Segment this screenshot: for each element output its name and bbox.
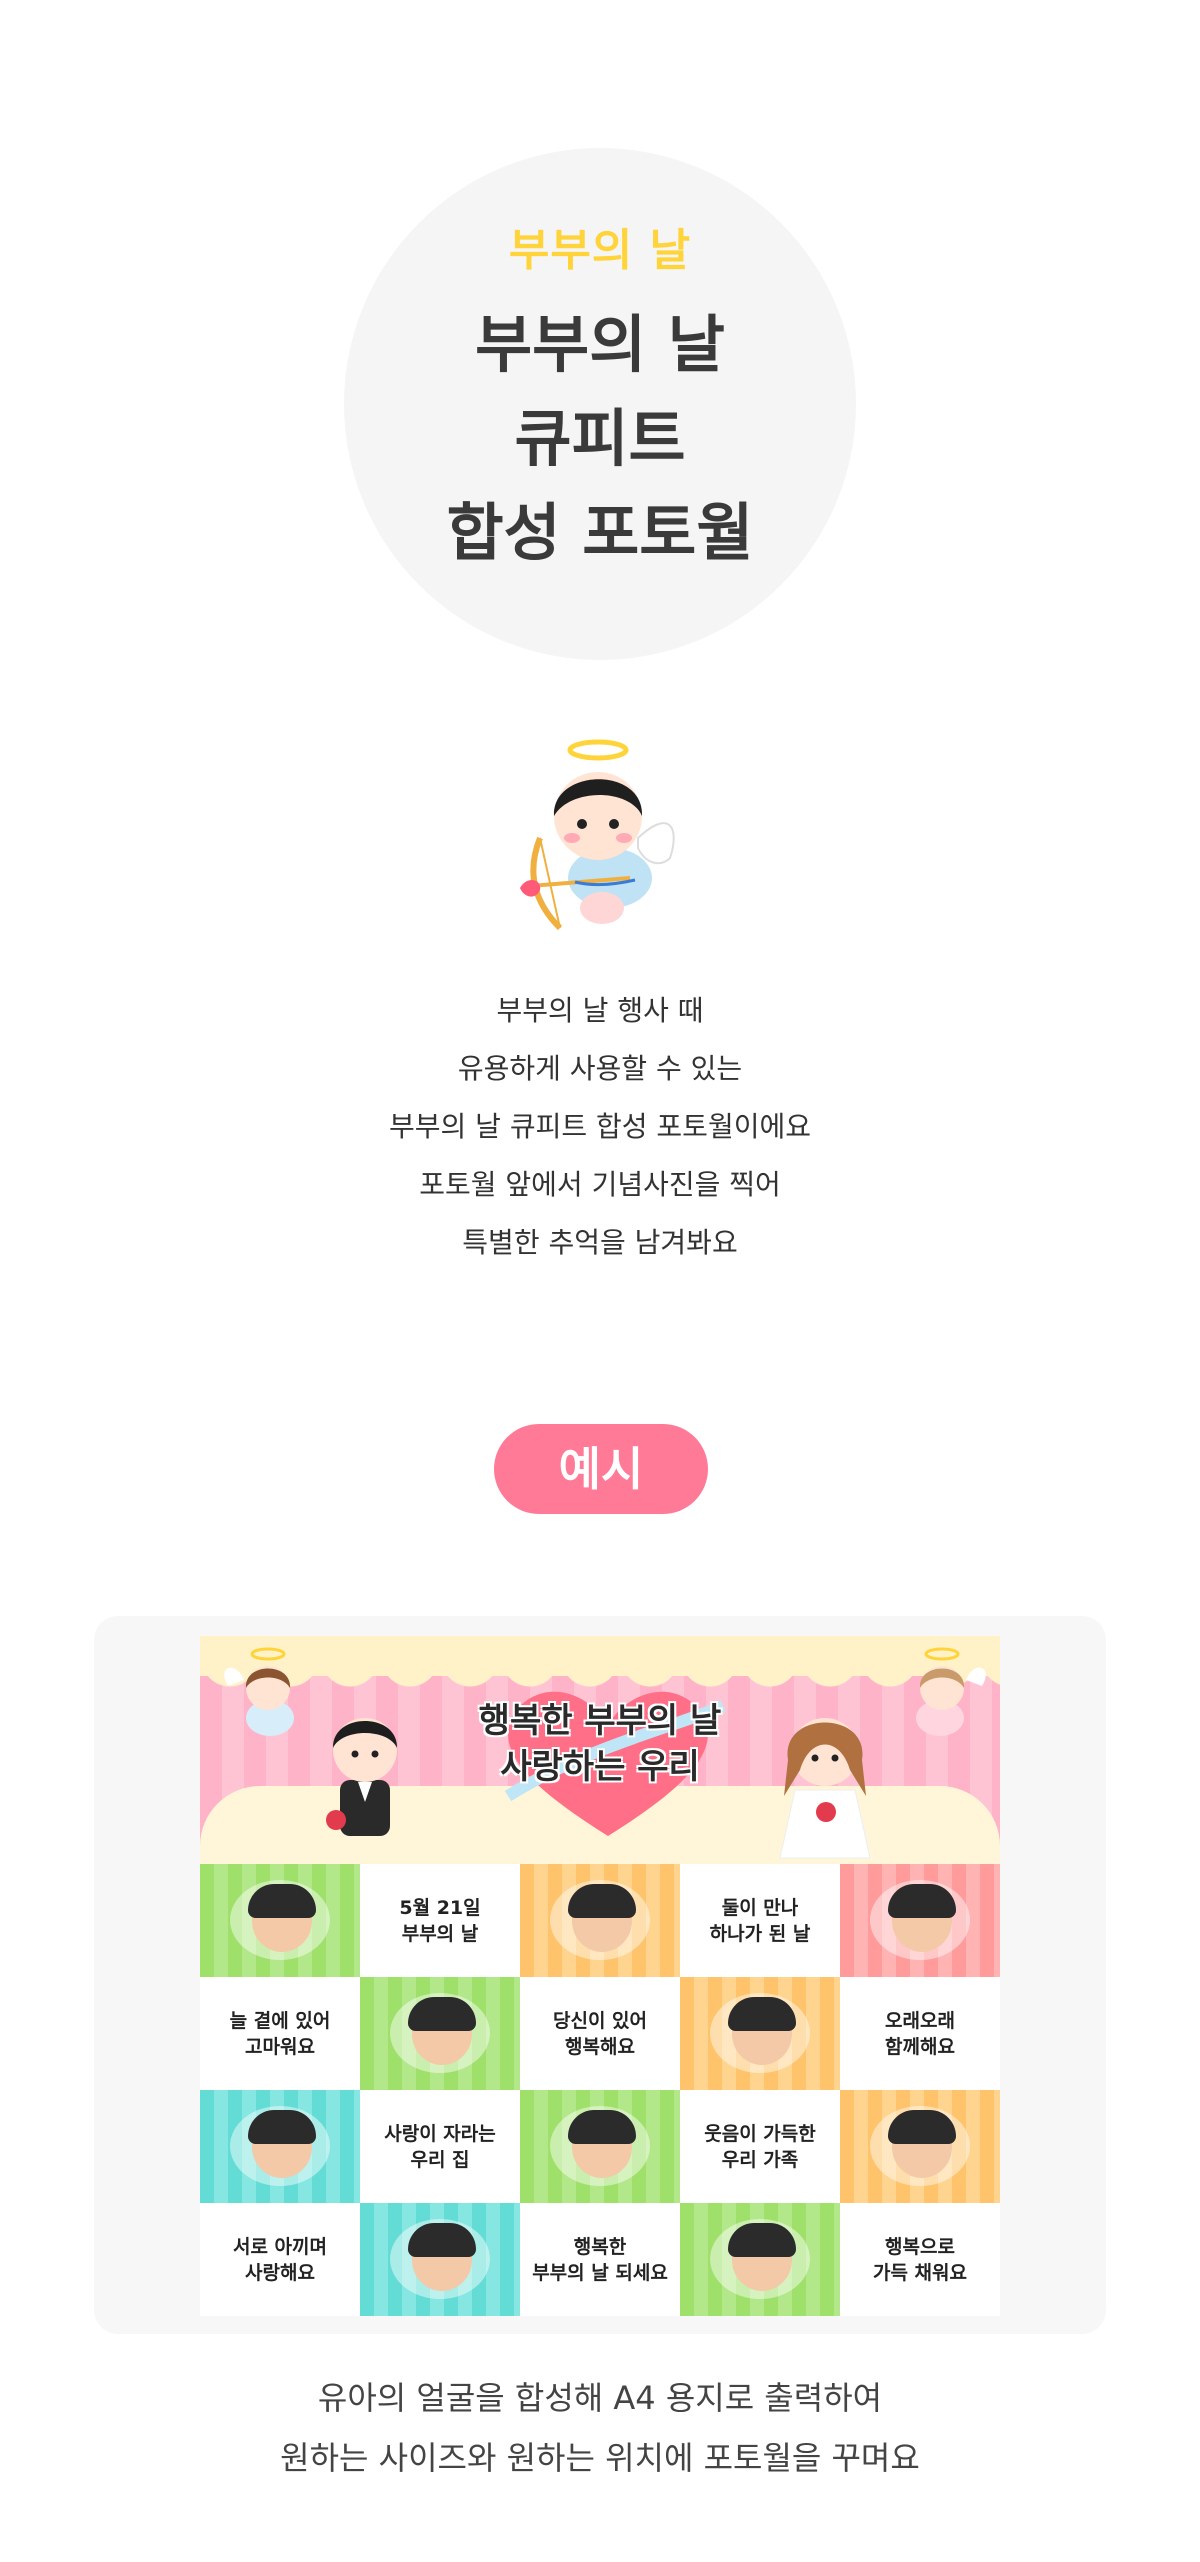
message-line: 당신이 있어 [552,2009,647,2032]
hero-title-line: 합성 포토월 [446,496,754,569]
photo-wall-poster: 행복한 부부의 날 사랑하는 우리 5월 21일 부부의 날 둘이 만나 하나가… [200,1636,1000,2316]
message-line: 우리 집 [410,2148,470,2171]
message-line: 5월 21일 [399,1896,481,1919]
photo-cell [360,1977,520,2090]
example-card: 행복한 부부의 날 사랑하는 우리 5월 21일 부부의 날 둘이 만나 하나가… [94,1616,1106,2334]
child-face-photo [888,1884,956,1952]
message-text: 오래오래함께해요 [840,2008,1000,2060]
message-line: 행복해요 [565,2035,635,2058]
poster-title-line: 사랑하는 우리 [500,1747,700,1787]
poster-title-line: 행복한 부부의 날 [478,1701,722,1741]
child-face-photo [248,1884,316,1952]
child-face-photo [888,2110,956,2178]
hero-title-line: 부부의 날 [475,308,725,381]
message-cell: 오래오래함께해요 [840,1977,1000,2090]
message-line: 웃음이 가득한 [704,2122,816,2145]
poster-scallop-border [200,1636,1000,1694]
message-text: 행복한부부의 날 되세요 [520,2234,680,2286]
message-cell: 5월 21일부부의 날 [360,1864,520,1977]
message-line: 사랑해요 [245,2261,315,2284]
message-line: 오래오래 [885,2009,955,2032]
message-cell: 웃음이 가득한우리 가족 [680,2090,840,2203]
message-line: 하나가 된 날 [709,1922,811,1945]
hero-subtitle: 부부의 날 [508,225,692,276]
message-cell: 행복으로가득 채워요 [840,2203,1000,2316]
example-badge: 예시 [494,1424,708,1514]
message-cell: 행복한부부의 날 되세요 [520,2203,680,2316]
message-line: 둘이 만나 [721,1896,799,1919]
child-face-photo [248,2110,316,2178]
cupid-illustration [520,739,675,931]
message-cell: 당신이 있어행복해요 [520,1977,680,2090]
message-cell: 서로 아끼며사랑해요 [200,2203,360,2316]
bride-character [779,1718,871,1859]
intro-line: 부부의 날 행사 때 [496,994,704,1027]
message-cell: 사랑이 자라는우리 집 [360,2090,520,2203]
message-text: 당신이 있어행복해요 [520,2008,680,2060]
intro-line: 부부의 날 큐피트 합성 포토월이에요 [388,1110,811,1143]
photo-cell [520,1864,680,1977]
photo-cell [200,1864,360,1977]
photo-cell [520,2090,680,2203]
photo-cell [360,2203,520,2316]
message-text: 5월 21일부부의 날 [360,1895,520,1947]
poster-title: 행복한 부부의 날 사랑하는 우리 [430,1698,770,1790]
message-line: 부부의 날 되세요 [532,2261,668,2284]
intro-text: 부부의 날 행사 때 유용하게 사용할 수 있는 부부의 날 큐피트 합성 포토… [0,982,1200,1272]
message-text: 사랑이 자라는우리 집 [360,2121,520,2173]
message-line: 행복한 [573,2235,627,2258]
message-cell: 늘 곁에 있어고마워요 [200,1977,360,2090]
message-text: 둘이 만나하나가 된 날 [680,1895,840,1947]
message-line: 행복으로 [885,2235,955,2258]
child-face-photo [408,2223,476,2291]
footer-text: 유아의 얼굴을 합성해 A4 용지로 출력하여 원하는 사이즈와 원하는 위치에… [0,2368,1200,2488]
intro-line: 유용하게 사용할 수 있는 [457,1052,743,1085]
photo-cell [680,2203,840,2316]
photo-grid: 5월 21일부부의 날 둘이 만나하나가 된 날늘 곁에 있어고마워요 당신이 있어… [200,1864,1000,2316]
message-line: 우리 가족 [721,2148,799,2171]
cupid-left-icon [224,1647,294,1736]
intro-line: 포토월 앞에서 기념사진을 찍어 [419,1168,781,1201]
child-face-photo [408,1997,476,2065]
photo-cell [680,1977,840,2090]
child-face-photo [728,2223,796,2291]
message-line: 늘 곁에 있어 [229,2009,331,2032]
groom-character [326,1718,398,1836]
hero-title: 부부의 날 큐피트 합성 포토월 [344,298,856,580]
child-face-photo [568,1884,636,1952]
message-line: 가득 채워요 [872,2261,967,2284]
message-line: 서로 아끼며 [232,2235,327,2258]
message-line: 함께해요 [885,2035,955,2058]
message-line: 고마워요 [245,2035,315,2058]
photo-cell [840,1864,1000,1977]
message-text: 늘 곁에 있어고마워요 [200,2008,360,2060]
message-line: 부부의 날 [401,1922,479,1945]
message-text: 행복으로가득 채워요 [840,2234,1000,2286]
footer-line: 원하는 사이즈와 원하는 위치에 포토월을 꾸며요 [280,2439,920,2477]
footer-line: 유아의 얼굴을 합성해 A4 용지로 출력하여 [317,2379,883,2417]
message-text: 서로 아끼며사랑해요 [200,2234,360,2286]
child-face-photo [568,2110,636,2178]
hero-title-line: 큐피트 [514,402,686,475]
cupid-right-icon [916,1647,986,1736]
photo-cell [200,2090,360,2203]
child-face-photo [728,1997,796,2065]
message-text: 웃음이 가득한우리 가족 [680,2121,840,2173]
hero-circle: 부부의 날 부부의 날 큐피트 합성 포토월 [344,148,856,660]
photo-cell [840,2090,1000,2203]
message-cell: 둘이 만나하나가 된 날 [680,1864,840,1977]
message-line: 사랑이 자라는 [384,2122,496,2145]
intro-line: 특별한 추억을 남겨봐요 [462,1226,738,1259]
